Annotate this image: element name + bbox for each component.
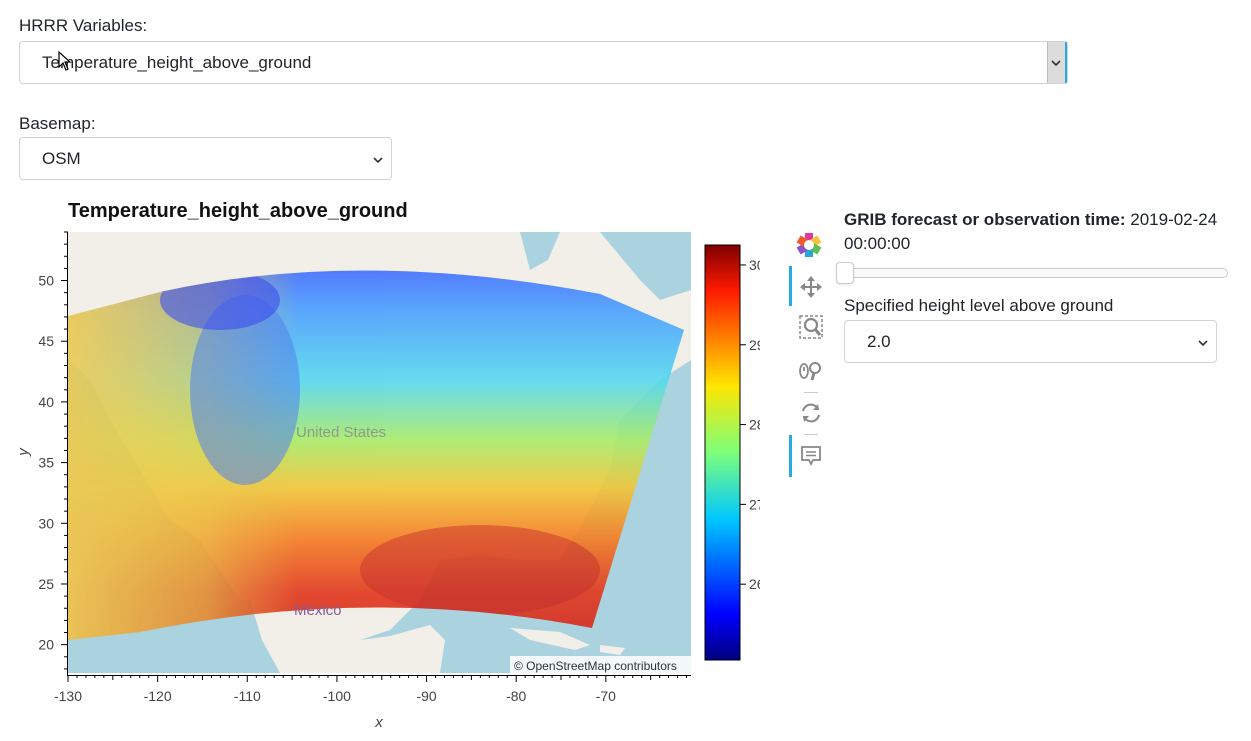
map-label-us: United States bbox=[296, 424, 386, 441]
x-tick-label: -130 bbox=[54, 688, 82, 704]
x-tick-label: -100 bbox=[323, 688, 351, 704]
y-tick-label: 25 bbox=[38, 576, 54, 592]
heatmap-plot[interactable]: United States México © OpenStreetMap con… bbox=[0, 216, 760, 741]
colorbar-tick-label: 300 bbox=[749, 257, 760, 273]
x-tick-label: -120 bbox=[144, 688, 172, 704]
y-tick-label: 30 bbox=[38, 515, 54, 531]
y-axis: 20 25 30 35 40 45 50 bbox=[38, 231, 68, 670]
height-label: Specified height level above ground bbox=[844, 296, 1114, 315]
colorbar bbox=[704, 244, 741, 661]
toolbar-separator bbox=[804, 434, 818, 435]
time-label: GRIB forecast or observation time: bbox=[844, 210, 1126, 229]
x-tick-label: -90 bbox=[416, 688, 436, 704]
bokeh-logo-icon[interactable] bbox=[794, 230, 824, 260]
hrrr-variables-select[interactable]: Temperature_height_above_ground bbox=[19, 41, 1068, 84]
map-attribution: © OpenStreetMap contributors bbox=[514, 659, 677, 673]
basemap-select[interactable]: OSM bbox=[19, 137, 392, 180]
chevron-down-icon bbox=[373, 157, 383, 164]
time-slider-handle[interactable] bbox=[836, 262, 854, 284]
pan-icon[interactable] bbox=[796, 272, 826, 302]
y-tick-label: 40 bbox=[38, 394, 54, 410]
hover-active-indicator bbox=[789, 435, 792, 477]
map-label-mexico: México bbox=[294, 602, 342, 619]
y-tick-label: 20 bbox=[38, 637, 54, 653]
reset-icon[interactable] bbox=[796, 398, 826, 428]
x-axis: -130 -120 -110 -100 -90 -80 -70 bbox=[54, 675, 688, 704]
toolbar-separator bbox=[804, 392, 818, 393]
box-zoom-icon[interactable] bbox=[796, 312, 826, 342]
time-slider-track[interactable] bbox=[844, 268, 1228, 278]
select-arrow-box[interactable] bbox=[1047, 42, 1067, 83]
colorbar-tick-label: 260 bbox=[749, 576, 760, 592]
wheel-zoom-icon[interactable] bbox=[796, 356, 826, 386]
hrrr-variables-value: Temperature_height_above_ground bbox=[42, 52, 312, 72]
hrrr-variables-label: HRRR Variables: bbox=[19, 16, 148, 35]
plot-toolbar bbox=[788, 228, 833, 488]
colorbar-tick-label: 290 bbox=[749, 337, 760, 353]
y-tick-label: 45 bbox=[38, 333, 54, 349]
basemap-label: Basemap: bbox=[19, 114, 96, 133]
colorbar-ticks: 260 270 280 290 300 bbox=[740, 257, 760, 592]
colorbar-tick-label: 270 bbox=[749, 496, 760, 512]
y-tick-label: 50 bbox=[38, 273, 54, 289]
height-value: 2.0 bbox=[867, 331, 891, 351]
mouse-cursor-icon bbox=[58, 51, 72, 71]
x-axis-label: x bbox=[374, 714, 383, 731]
basemap-value: OSM bbox=[42, 148, 81, 168]
x-tick-label: -70 bbox=[596, 688, 616, 704]
y-tick-label: 35 bbox=[38, 455, 54, 471]
y-axis-label: y bbox=[15, 447, 32, 457]
hover-icon[interactable] bbox=[796, 441, 826, 471]
height-select[interactable]: 2.0 bbox=[844, 320, 1217, 363]
pan-active-indicator bbox=[789, 266, 792, 306]
x-tick-label: -110 bbox=[234, 688, 261, 704]
chevron-down-icon bbox=[1198, 340, 1208, 347]
time-slider-label: GRIB forecast or observation time: 2019-… bbox=[844, 208, 1239, 256]
chevron-down-icon bbox=[1051, 60, 1061, 67]
colorbar-tick-label: 280 bbox=[749, 417, 760, 433]
x-tick-label: -80 bbox=[506, 688, 526, 704]
